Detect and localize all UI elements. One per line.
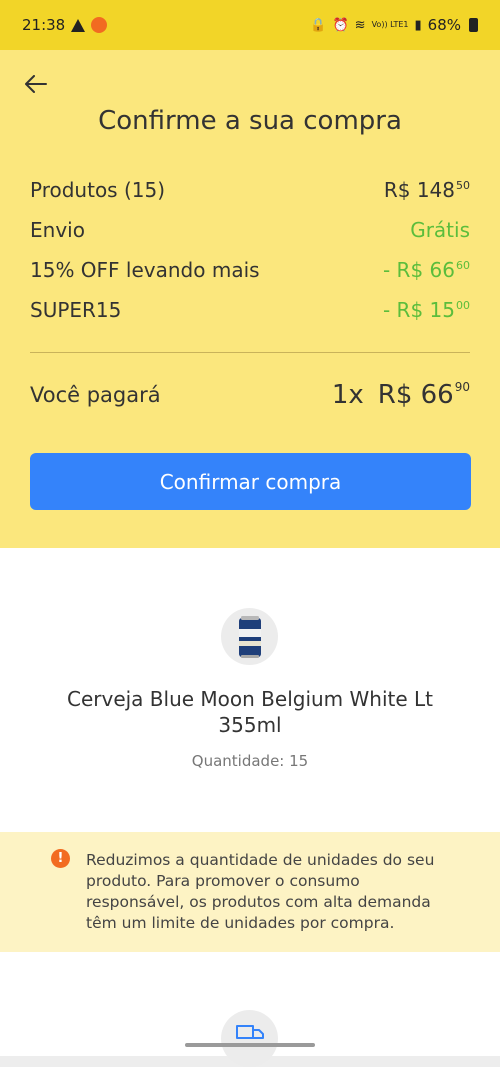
summary-row-coupon: SUPER15 - R$ 1500 [30,298,470,322]
shipping-panel [0,952,500,1067]
home-indicator[interactable] [185,1043,315,1047]
purchase-summary-panel: Confirme a sua compra Produtos (15) R$ 1… [0,50,500,548]
notification-app-icon [91,17,108,33]
arrow-left-icon [25,75,47,93]
status-time: 21:38 [22,16,66,34]
wifi-icon: ≋ [354,17,366,33]
shipping-icon-container [221,1010,278,1067]
status-bar: 21:38 🔒 ⏰ ≋ Vo)) LTE1 ▮ 68% [0,0,500,50]
products-value: R$ 14850 [383,178,470,202]
summary-row-products: Produtos (15) R$ 14850 [30,178,470,202]
alarm-icon: ⏰ [332,17,349,33]
quantity-notice: ! Reduzimos a quantidade de unidades do … [0,832,500,952]
installments: 1x [331,380,364,410]
warning-icon [71,18,86,32]
signal-icon: ▮ [414,17,422,33]
notice-text: Reduzimos a quantidade de unidades do se… [86,851,435,932]
status-bar-left: 21:38 [22,16,108,34]
products-label: Produtos (15) [30,178,166,202]
lock-icon: 🔒 [310,17,327,33]
product-name: Cerveja Blue Moon Belgium White Lt 355ml [66,687,434,737]
total-value: 1x R$ 6690 [332,380,470,410]
product-quantity: Quantidade: 15 [191,752,309,770]
discount-label: 15% OFF levando mais [30,258,260,282]
battery-percent: 68% [427,16,461,34]
network-label: Vo)) LTE1 [371,20,409,29]
discount-value: - R$ 6660 [382,258,470,282]
battery-icon [469,18,478,32]
coupon-value: - R$ 1500 [382,298,470,322]
product-panel: Cerveja Blue Moon Belgium White Lt 355ml… [0,548,500,832]
total-amount: R$ 6690 [377,380,470,410]
truck-icon [235,1025,264,1039]
shipping-label: Envio [30,218,85,242]
coupon-label: SUPER15 [30,298,122,322]
summary-row-shipping: Envio Grátis [30,218,470,242]
confirm-purchase-button[interactable]: Confirmar compra [30,453,471,510]
alert-icon: ! [51,849,70,868]
summary-row-discount: 15% OFF levando mais - R$ 6660 [30,258,470,282]
beer-can-icon [238,615,261,658]
page-title: Confirme a sua compra [98,106,402,136]
shipping-value: Grátis [410,218,470,242]
back-button[interactable] [22,70,50,98]
status-bar-right: 🔒 ⏰ ≋ Vo)) LTE1 ▮ 68% [310,16,478,34]
total-label: Você pagará [30,383,161,407]
product-image [221,608,278,665]
summary-divider [30,352,470,353]
total-row: Você pagará 1x R$ 6690 [30,380,470,410]
